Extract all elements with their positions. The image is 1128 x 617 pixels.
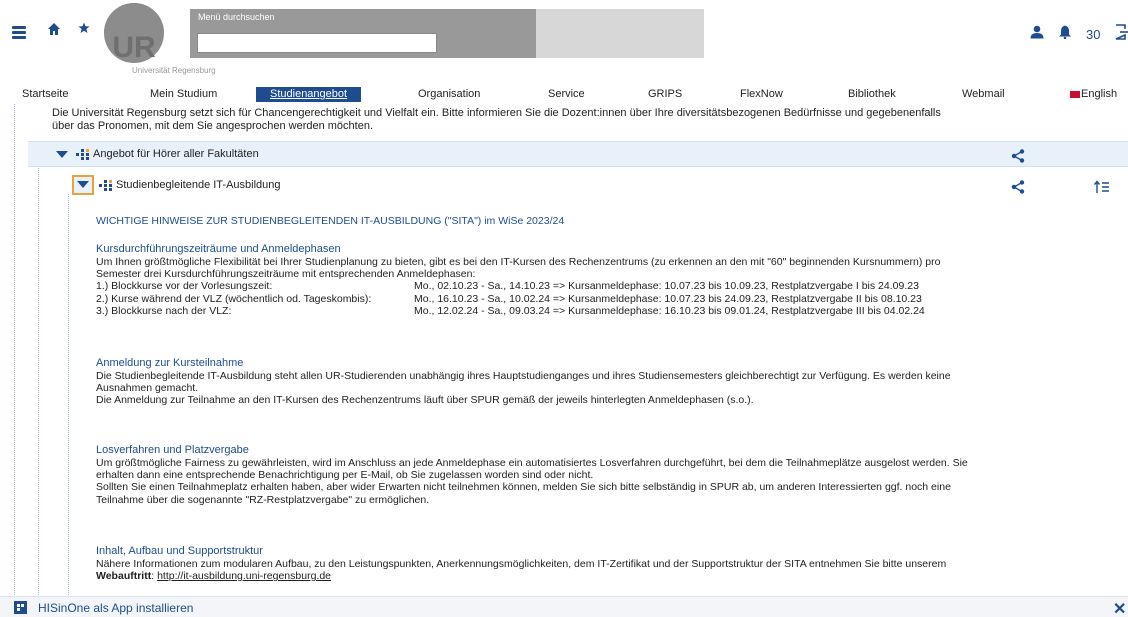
section-title: Anmeldung zur Kursteilnahme bbox=[96, 357, 244, 369]
search-input[interactable] bbox=[197, 33, 437, 53]
university-logo[interactable]: UR bbox=[88, 2, 180, 64]
schedule-row: 3.) Blockkurse nach der VLZ: Mo., 12.02.2… bbox=[96, 304, 925, 317]
search-panel-right bbox=[536, 9, 704, 58]
tree-node-label[interactable]: Angebot für Hörer aller Fakultäten bbox=[93, 148, 259, 160]
logout-icon[interactable] bbox=[1114, 24, 1128, 40]
install-app-bar: HISinOne als App installieren ✕ bbox=[0, 596, 1128, 617]
schedule-row: 1.) Blockkurse vor der Vorlesungszeit: Mo… bbox=[96, 280, 919, 293]
section-anmeldung: Anmeldung zur Kursteilnahme Die Studienb… bbox=[96, 357, 976, 407]
tree-node-level2: Studienbegleitende IT-Ausbildung bbox=[28, 172, 1128, 200]
section-paragraph: Die Studienbegleitende IT-Ausbildung ste… bbox=[96, 370, 951, 395]
section-inhalt: Inhalt, Aufbau und Supportstruktur Näher… bbox=[96, 545, 976, 582]
section-title: Inhalt, Aufbau und Supportstruktur bbox=[96, 545, 263, 557]
section-paragraph: Um Ihnen größtmögliche Flexibilität bei … bbox=[96, 256, 941, 281]
search-label: Menü durchsuchen bbox=[198, 12, 275, 22]
webauftritt-label: Webauftritt bbox=[96, 570, 152, 583]
logo-subtitle: Universität Regensburg bbox=[132, 66, 216, 75]
tree-node-level1: Angebot für Hörer aller Fakultäten bbox=[28, 141, 1128, 167]
install-app-link[interactable]: HISinOne als App installieren bbox=[38, 601, 193, 615]
logo-text: UR bbox=[112, 31, 156, 64]
collapse-toggle[interactable] bbox=[54, 148, 70, 162]
nav-item-english[interactable]: English bbox=[1070, 88, 1117, 100]
tree-node-label[interactable]: Studienbegleitende IT-Ausbildung bbox=[116, 179, 281, 191]
nav-item-studienangebot[interactable]: Studienangebot bbox=[256, 87, 362, 102]
main-navigation: Startseite Mein Studium Studienangebot O… bbox=[0, 86, 1128, 104]
nav-item-mein-studium[interactable]: Mein Studium bbox=[150, 88, 217, 100]
tree-line bbox=[38, 160, 39, 595]
close-icon[interactable]: ✕ bbox=[1113, 599, 1126, 617]
section-title: Kursdurchführungszeiträume und Anmeldeph… bbox=[96, 243, 341, 255]
section-losverfahren: Losverfahren und Platzvergabe Um größtmö… bbox=[96, 444, 976, 506]
diversity-notice: Die Universität Regensburg setzt sich fü… bbox=[52, 107, 941, 132]
content-area: Die Universität Regensburg setzt sich fü… bbox=[0, 104, 1128, 595]
section-paragraph: Sollten Sie einen Teilnahmeplatz erhalte… bbox=[96, 481, 951, 506]
header: UR Universität Regensburg Menü durchsuch… bbox=[0, 0, 1128, 84]
menu-icon[interactable] bbox=[12, 26, 26, 39]
nav-item-grips[interactable]: GRIPS bbox=[648, 88, 682, 100]
section-paragraph: Die Anmeldung zur Teilnahme an den IT-Ku… bbox=[96, 394, 754, 407]
info-heading: WICHTIGE HINWEISE ZUR STUDIENBEGLEITENDE… bbox=[96, 215, 565, 227]
user-icon[interactable] bbox=[1030, 25, 1044, 41]
nav-item-webmail[interactable]: Webmail bbox=[962, 88, 1005, 100]
tree-line bbox=[68, 194, 69, 595]
share-icon[interactable] bbox=[1011, 149, 1025, 163]
home-icon[interactable] bbox=[46, 22, 62, 38]
sort-icon[interactable] bbox=[1093, 180, 1109, 194]
schedule-row: 2.) Kurse während der VLZ (wöchentlich o… bbox=[96, 292, 922, 305]
bell-icon[interactable] bbox=[1058, 25, 1072, 41]
nav-item-service[interactable]: Service bbox=[548, 88, 585, 100]
share-icon[interactable] bbox=[1011, 180, 1025, 194]
org-unit-icon bbox=[99, 179, 113, 191]
nav-item-organisation[interactable]: Organisation bbox=[418, 88, 480, 100]
nav-item-flexnow[interactable]: FlexNow bbox=[740, 88, 783, 100]
section-title: Losverfahren und Platzvergabe bbox=[96, 444, 249, 456]
org-unit-icon bbox=[76, 148, 90, 160]
collapse-toggle[interactable] bbox=[72, 175, 94, 195]
session-timer: 30 bbox=[1086, 27, 1101, 42]
uk-flag-icon bbox=[1070, 90, 1080, 98]
nav-item-startseite[interactable]: Startseite bbox=[22, 88, 68, 100]
section-paragraph: Nähere Informationen zum modularen Aufba… bbox=[96, 558, 947, 583]
nav-item-english-label: English bbox=[1081, 88, 1118, 100]
section-kurszeitraeume: Kursdurchführungszeiträume und Anmeldeph… bbox=[96, 243, 976, 317]
section-paragraph: Um größtmögliche Fairness zu gewährleist… bbox=[96, 457, 968, 482]
it-ausbildung-link[interactable]: http://it-ausbildung.uni-regensburg.de bbox=[157, 570, 331, 582]
tree-line bbox=[14, 104, 15, 595]
app-install-icon bbox=[14, 601, 27, 614]
nav-item-bibliothek[interactable]: Bibliothek bbox=[848, 88, 896, 100]
